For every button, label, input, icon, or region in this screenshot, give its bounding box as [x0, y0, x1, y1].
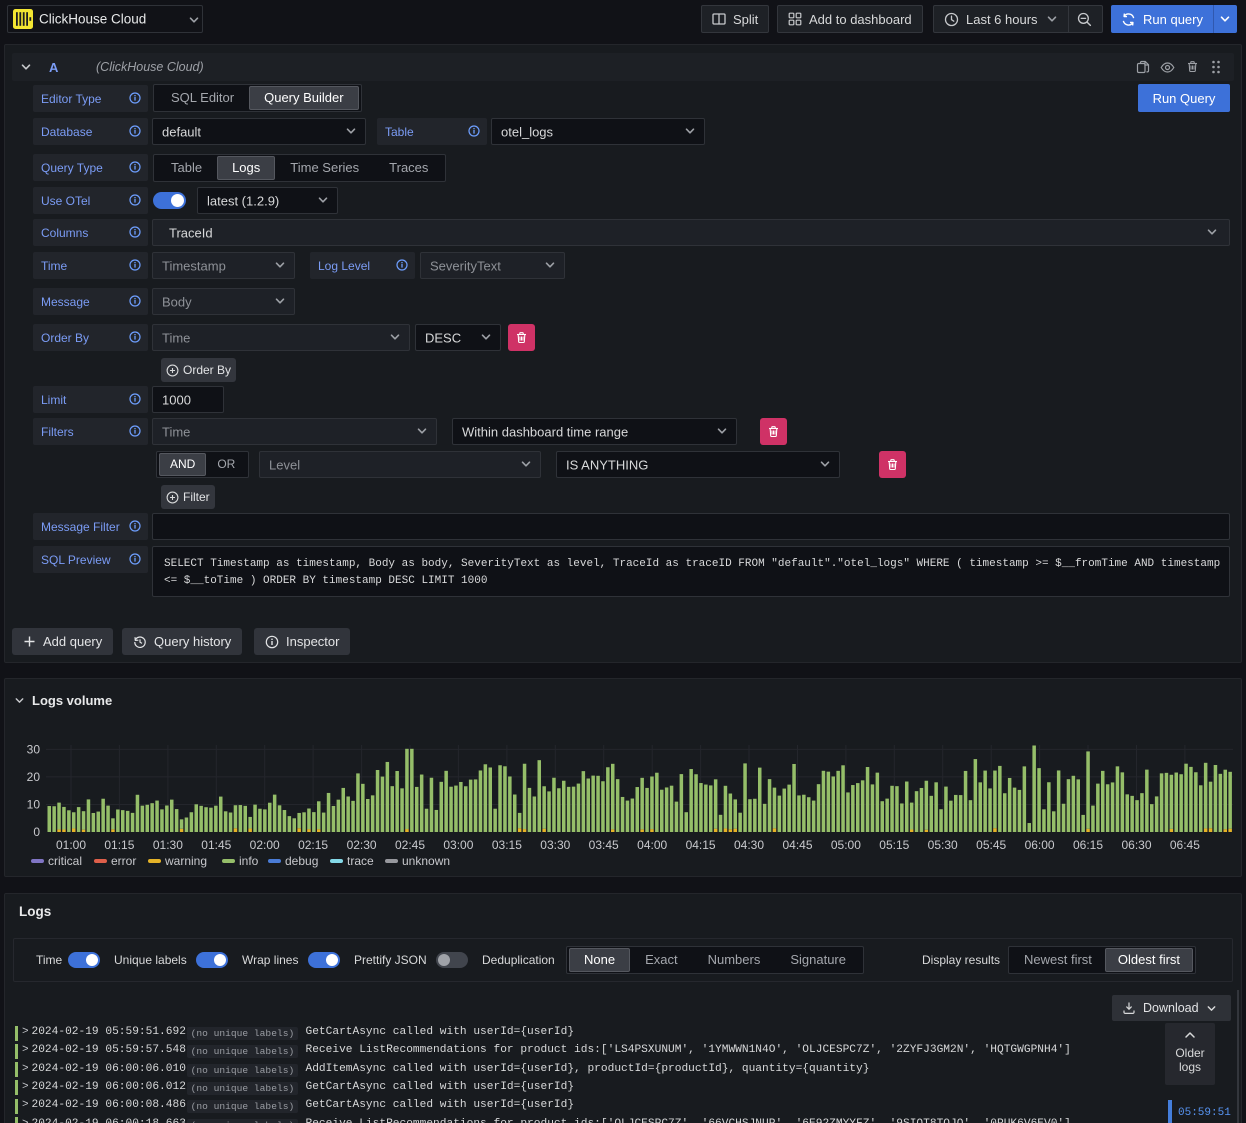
svg-text:05:30: 05:30: [928, 838, 958, 852]
svg-text:03:30: 03:30: [540, 838, 570, 852]
svg-text:05:15: 05:15: [879, 838, 909, 852]
svg-text:04:00: 04:00: [637, 838, 667, 852]
svg-text:04:30: 04:30: [734, 838, 764, 852]
svg-text:01:15: 01:15: [104, 838, 134, 852]
svg-text:01:45: 01:45: [201, 838, 231, 852]
svg-text:02:30: 02:30: [347, 838, 377, 852]
svg-text:02:15: 02:15: [298, 838, 328, 852]
svg-text:02:00: 02:00: [250, 838, 280, 852]
svg-text:02:45: 02:45: [395, 838, 425, 852]
svg-text:20: 20: [27, 770, 41, 784]
svg-text:03:00: 03:00: [443, 838, 473, 852]
svg-text:05:45: 05:45: [976, 838, 1006, 852]
svg-text:10: 10: [27, 798, 41, 812]
svg-text:06:45: 06:45: [1170, 838, 1200, 852]
svg-text:01:30: 01:30: [153, 838, 183, 852]
svg-text:04:45: 04:45: [782, 838, 812, 852]
svg-text:01:00: 01:00: [56, 838, 86, 852]
svg-text:06:30: 06:30: [1121, 838, 1151, 852]
svg-text:30: 30: [27, 742, 41, 756]
svg-text:03:45: 03:45: [589, 838, 619, 852]
svg-text:03:15: 03:15: [492, 838, 522, 852]
svg-text:0: 0: [33, 825, 40, 839]
svg-text:04:15: 04:15: [686, 838, 716, 852]
svg-text:05:00: 05:00: [831, 838, 861, 852]
svg-text:06:15: 06:15: [1073, 838, 1103, 852]
svg-text:06:00: 06:00: [1025, 838, 1055, 852]
